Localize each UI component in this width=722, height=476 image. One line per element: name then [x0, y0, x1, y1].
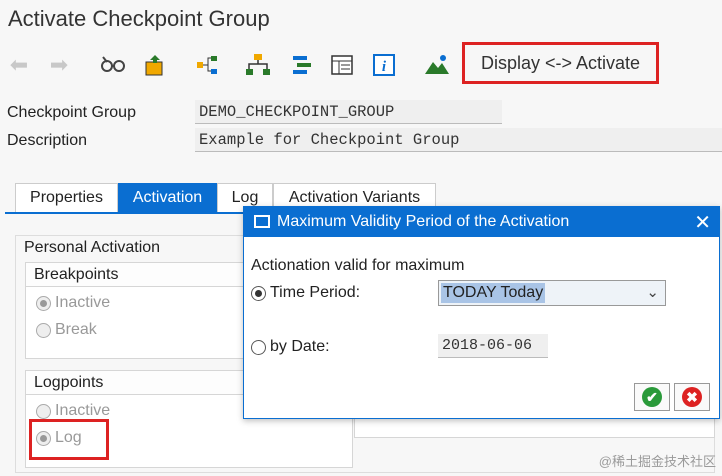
by-date-radio[interactable]: by Date: — [251, 338, 330, 356]
breakpoints-break-radio[interactable]: Break — [36, 321, 97, 339]
cancel-x-icon: ✖ — [682, 387, 702, 407]
display-activate-button[interactable]: Display <-> Activate — [462, 42, 659, 84]
time-period-radio[interactable]: Time Period: — [251, 284, 360, 302]
ok-button[interactable]: ✔ — [634, 383, 670, 411]
date-field[interactable]: 2018-06-06 — [438, 334, 548, 358]
radio-unselected-icon — [251, 339, 266, 355]
validity-dialog: Maximum Validity Period of the Activatio… — [243, 206, 720, 419]
tab-activation[interactable]: Activation — [118, 183, 217, 213]
radio-selected-icon — [36, 295, 51, 311]
back-arrow-icon[interactable]: ⬅ — [6, 52, 32, 78]
log-highlight-box — [29, 419, 109, 460]
checkmark-icon: ✔ — [642, 387, 662, 407]
radio-unselected-icon — [36, 322, 51, 338]
logpoints-inactive-radio[interactable]: Inactive — [36, 402, 110, 420]
dialog-window-icon — [254, 215, 270, 228]
radio-selected-icon — [251, 285, 266, 301]
description-label: Description — [7, 132, 88, 149]
glasses-icon[interactable] — [100, 52, 126, 78]
close-icon[interactable]: ✕ — [694, 210, 711, 235]
dialog-heading: Actionation valid for maximum — [251, 257, 465, 274]
forward-arrow-icon[interactable]: ➡ — [46, 52, 72, 78]
radio-unselected-icon — [36, 403, 51, 419]
radio-label: Break — [55, 321, 97, 338]
info-icon[interactable]: i — [371, 52, 397, 78]
checkpoint-group-field[interactable]: DEMO_CHECKPOINT_GROUP — [195, 100, 502, 124]
breakpoints-inactive-radio[interactable]: Inactive — [36, 294, 110, 312]
radio-label: by Date: — [270, 338, 330, 355]
radio-label: Inactive — [55, 294, 111, 311]
radio-label: Inactive — [55, 402, 111, 419]
transport-icon[interactable] — [142, 52, 168, 78]
table-icon[interactable] — [329, 52, 355, 78]
window-title: Activate Checkpoint Group — [8, 6, 270, 31]
checkpoint-group-label: Checkpoint Group — [7, 104, 136, 121]
tab-properties[interactable]: Properties — [15, 183, 118, 213]
cancel-button[interactable]: ✖ — [674, 383, 710, 411]
mountain-icon[interactable] — [424, 52, 450, 78]
hierarchy-icon[interactable] — [194, 52, 220, 78]
time-period-value: TODAY Today — [441, 283, 546, 303]
list-icon[interactable] — [289, 52, 315, 78]
chevron-down-icon[interactable]: ⌄ — [646, 283, 659, 301]
tree-icon[interactable] — [245, 52, 271, 78]
description-field[interactable]: Example for Checkpoint Group — [195, 128, 722, 152]
watermark: @稀土掘金技术社区 — [598, 454, 716, 469]
radio-label: Time Period: — [270, 284, 361, 301]
dialog-title: Maximum Validity Period of the Activatio… — [244, 207, 719, 237]
time-period-select[interactable]: TODAY Today ⌄ — [438, 280, 666, 306]
